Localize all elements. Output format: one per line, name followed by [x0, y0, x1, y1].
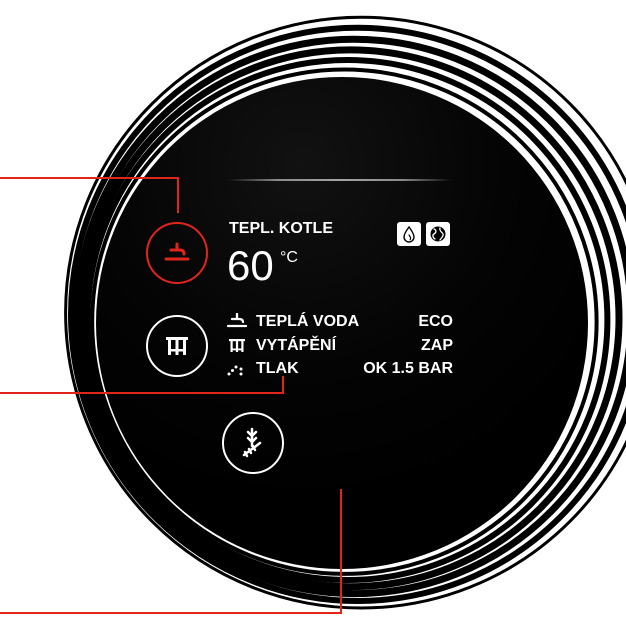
radiator-icon — [229, 339, 245, 352]
chimney-sweep-button[interactable] — [222, 412, 284, 474]
pressure-icon — [227, 365, 243, 376]
boiler-control-panel: TEPL. KOTLE 60 °C TEPLÁ VODA ECO VYTÁPĚN… — [0, 0, 626, 618]
boiler-temperature-label: TEPL. KOTLE — [229, 220, 333, 237]
temperature-unit: °C — [280, 249, 298, 266]
globe-icon — [430, 226, 446, 242]
hot-water-button[interactable] — [146, 222, 208, 284]
status-row-pressure: TLAK OK 1.5 BAR — [227, 360, 453, 378]
status-row-label: VYTÁPĚNÍ — [256, 337, 337, 354]
flame-icon — [403, 225, 415, 243]
status-row-label: TLAK — [256, 360, 299, 377]
boiler-temperature-value: 60 — [227, 242, 274, 289]
status-row-label: TEPLÁ VODA — [256, 313, 360, 330]
status-row-value: ECO — [418, 313, 453, 330]
chimney-sweep-icon — [242, 427, 262, 458]
connectivity-status-indicator — [426, 222, 450, 246]
status-row-hot-water: TEPLÁ VODA ECO — [227, 313, 453, 331]
display-bezel-rings — [64, 15, 626, 610]
display-gloss-line — [228, 179, 452, 181]
tap-icon — [227, 313, 248, 328]
burner-status-indicator — [397, 222, 421, 246]
radiator-icon — [166, 337, 188, 355]
status-row-value: OK 1.5 BAR — [363, 360, 453, 377]
heating-button[interactable] — [146, 315, 208, 377]
status-row-value: ZAP — [421, 337, 453, 354]
status-row-heating: VYTÁPĚNÍ ZAP — [227, 337, 453, 355]
tap-icon — [164, 242, 190, 261]
